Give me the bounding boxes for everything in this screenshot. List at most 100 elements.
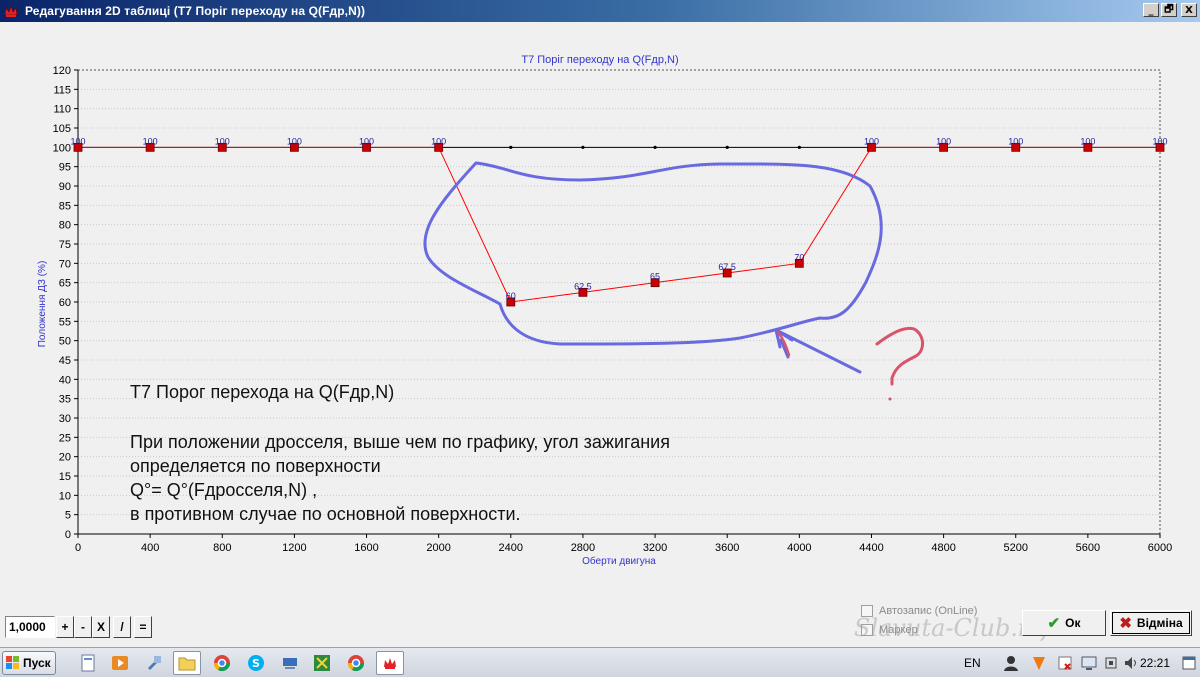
y-tick-label: 25 [59,432,71,444]
y-tick-label: 65 [59,278,71,290]
equals-button[interactable]: = [134,616,152,638]
data-point-label: 100 [70,136,85,146]
subtract-button[interactable]: - [74,616,92,638]
cross-icon: ✖ [1119,615,1132,632]
data-point-label: 100 [359,136,374,146]
x-tick-label: 5200 [1003,542,1027,554]
power-icon[interactable] [1102,654,1120,672]
y-tick-label: 10 [59,490,71,502]
cancel-button[interactable]: ✖ Відміна [1110,610,1192,636]
divide-button[interactable]: / [113,616,131,638]
monitor-icon[interactable] [1080,654,1098,672]
editor-controls: 1,0000 + - X / = Автозапис (OnLine) Марк… [0,602,1200,647]
y-tick-label: 75 [59,239,71,251]
taskbar: Пуск S EN 22:21 [0,647,1200,677]
reference-dot [509,145,513,149]
chrome-icon[interactable] [208,651,236,675]
autosave-checkbox[interactable]: Автозапис (OnLine) [861,605,977,617]
cancel-label: Відміна [1136,616,1183,630]
note-line: Q°= Q°(Fдросселя,N) , [130,480,318,500]
y-tick-label: 40 [59,374,71,386]
checkbox-box[interactable] [861,624,873,636]
checkmark-icon: ✔ [1047,615,1061,632]
value-input[interactable]: 1,0000 [5,616,55,638]
reference-dot [581,145,585,149]
chart-title: Т7 Поріг переходу на Q(Fдр,N) [521,54,678,66]
app-crown-icon[interactable] [3,3,19,19]
reference-dot [653,145,657,149]
y-tick-label: 5 [65,510,71,522]
y-tick-label: 30 [59,413,71,425]
skype-icon[interactable]: S [242,651,270,675]
file-icon[interactable] [74,651,102,675]
x-tick-label: 5600 [1076,542,1100,554]
add-button[interactable]: + [56,616,74,638]
y-tick-label: 20 [59,452,71,464]
y-tick-label: 55 [59,316,71,328]
y-tick-label: 120 [53,65,71,77]
note-heading: Т7 Порог перехода на Q(Fдр,N) [130,382,395,402]
y-tick-label: 60 [59,297,71,309]
data-point-label: 62.5 [574,281,592,291]
ok-button[interactable]: ✔ Ок [1022,610,1106,636]
minimize-button[interactable]: _ [1143,3,1159,17]
network-icon[interactable] [276,651,304,675]
multiply-button[interactable]: X [92,616,110,638]
data-point-label: 70 [794,252,804,262]
restore-button[interactable]: 🗗 [1161,3,1177,17]
app-green-icon[interactable] [308,651,336,675]
freehand-loop [423,161,883,346]
data-point-label: 67.5 [718,262,736,272]
data-point-label: 60 [506,291,516,301]
x-tick-label: 4800 [931,542,955,554]
note-line: в противном случае по основной поверхнос… [130,504,521,524]
data-point-label: 100 [431,136,446,146]
y-tick-label: 70 [59,258,71,270]
autosave-label: Автозапис (OnLine) [879,605,978,617]
note-body: При положении дросселя, выше чем по граф… [130,430,670,526]
data-point-label: 100 [143,136,158,146]
x-tick-label: 3200 [643,542,667,554]
x-tick-label: 2400 [499,542,523,554]
show-desktop-icon[interactable] [1180,654,1198,672]
y-tick-label: 45 [59,355,71,367]
x-tick-label: 3600 [715,542,739,554]
x-tick-label: 2800 [571,542,595,554]
y-tick-label: 105 [53,123,71,135]
volume-icon[interactable] [1122,654,1140,672]
window-controls: _ 🗗 X [1143,3,1197,17]
clock: 22:21 [1140,656,1171,670]
data-point-label: 100 [864,136,879,146]
marker-checkbox[interactable]: Маркер [861,624,918,636]
x-tick-label: 1600 [354,542,378,554]
window-title: Редагування 2D таблиці (Т7 Поріг переход… [25,4,366,18]
y-tick-label: 100 [53,142,71,154]
flag-tray-icon[interactable] [1056,654,1074,672]
y-tick-label: 80 [59,220,71,232]
note-line: При положении дросселя, выше чем по граф… [130,432,670,452]
language-indicator[interactable]: EN [964,656,981,670]
checkbox-box[interactable] [861,605,873,617]
media-player-icon[interactable] [106,651,134,675]
x-axis-label: Оберти двигуна [582,555,656,567]
close-button[interactable]: X [1181,3,1197,17]
folder-icon[interactable] [173,651,201,675]
x-tick-label: 800 [213,542,231,554]
antivirus-icon[interactable] [1030,654,1048,672]
data-point-label: 100 [936,136,951,146]
chrome-icon[interactable] [342,651,370,675]
data-point-label: 100 [287,136,302,146]
x-tick-label: 0 [75,542,81,554]
x-tick-label: 4400 [859,542,883,554]
y-tick-label: 110 [53,104,71,116]
start-button[interactable]: Пуск [2,651,56,675]
question-mark-dot [888,397,892,401]
crown-app-icon[interactable] [376,651,404,675]
y-tick-label: 0 [65,529,71,541]
svg-text:S: S [252,657,260,670]
user-icon[interactable] [1002,654,1020,672]
data-point-label: 100 [1008,136,1023,146]
y-tick-label: 115 [53,84,71,96]
reference-dot [725,145,729,149]
tools-icon[interactable] [140,651,168,675]
